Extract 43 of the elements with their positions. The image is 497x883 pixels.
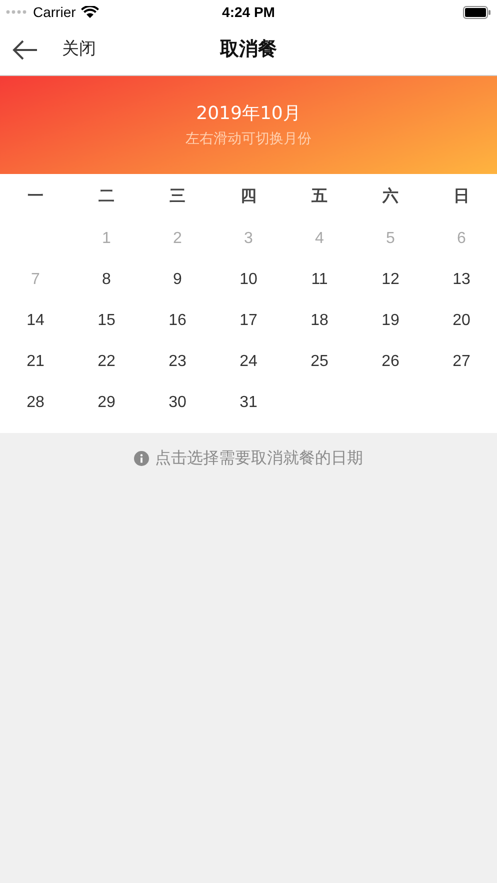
calendar-day[interactable]: 31 [240, 390, 258, 414]
instruction-hint: 点击选择需要取消就餐的日期 [155, 447, 363, 469]
weekday-label: 六 [382, 185, 398, 207]
calendar-day[interactable]: 18 [310, 308, 328, 332]
carrier-name: Carrier [33, 2, 76, 22]
calendar-day[interactable]: 11 [311, 268, 328, 292]
calendar-day[interactable]: 21 [26, 350, 44, 374]
calendar-day[interactable]: 17 [240, 308, 258, 332]
calendar-day[interactable]: 19 [382, 308, 400, 332]
calendar-day[interactable]: 13 [452, 268, 470, 292]
calendar-day[interactable]: 16 [168, 308, 186, 332]
calendar-day[interactable]: 23 [168, 350, 186, 374]
calendar-day[interactable]: 26 [382, 350, 400, 374]
calendar-day[interactable]: 22 [98, 350, 116, 374]
signal-icon [6, 10, 28, 14]
weekday-label: 三 [170, 185, 186, 207]
close-button[interactable]: 关闭 [62, 36, 96, 62]
calendar-day[interactable]: 14 [26, 308, 44, 332]
calendar-day[interactable]: 9 [173, 268, 182, 292]
wifi-icon [80, 6, 99, 18]
month-title: 2019年10月 [196, 102, 301, 126]
calendar-day[interactable]: 25 [310, 350, 328, 374]
battery-icon [463, 6, 491, 18]
calendar-day[interactable]: 10 [240, 268, 258, 292]
calendar-day[interactable]: 28 [26, 390, 44, 414]
weekday-label: 二 [98, 185, 114, 207]
calendar-day[interactable]: 15 [98, 308, 116, 332]
calendar-day[interactable]: 20 [452, 308, 470, 332]
status-time: 4:24 PM [222, 2, 275, 22]
calendar-day[interactable]: 29 [98, 390, 116, 414]
weekday-label: 四 [240, 185, 256, 207]
weekday-label: 五 [312, 185, 328, 207]
calendar-day[interactable]: 12 [382, 268, 400, 292]
weekday-label: 一 [28, 185, 44, 207]
info-icon [134, 450, 149, 466]
calendar-day[interactable]: 27 [452, 350, 470, 374]
page-title: 取消餐 [220, 37, 277, 62]
calendar-day[interactable]: 8 [102, 268, 111, 292]
calendar-day[interactable]: 30 [168, 390, 186, 414]
back-arrow-icon [12, 40, 38, 60]
calendar-day[interactable]: 24 [240, 350, 258, 374]
swipe-hint: 左右滑动可切换月份 [186, 130, 312, 149]
weekday-label: 日 [454, 185, 470, 207]
